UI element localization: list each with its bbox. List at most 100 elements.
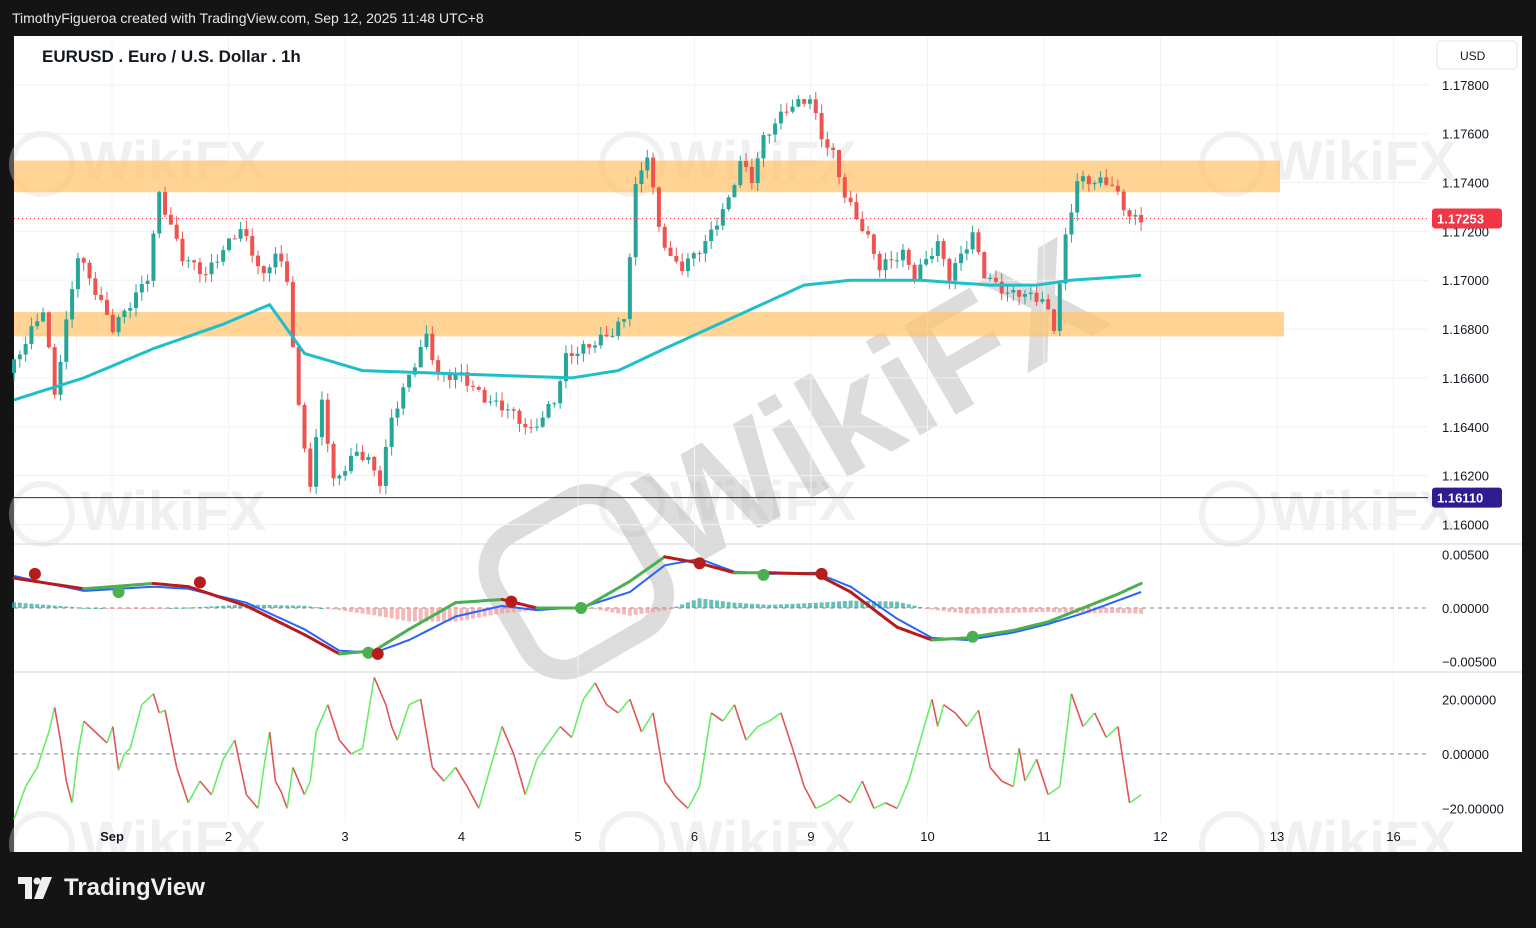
candle (540, 417, 545, 427)
macd-histogram-bar (819, 602, 824, 608)
watermark-center: WikiFX (478, 206, 1129, 680)
osc-line-segment (141, 693, 154, 706)
macd-cross-marker (28, 567, 41, 580)
chart-canvas[interactable]: WikiFX WikiFXWikiFX WikiFX WikiFXWikiFX Wiki… (0, 0, 1536, 928)
candle (900, 249, 905, 261)
macd-histogram-bar (325, 608, 330, 609)
candle (494, 400, 499, 402)
osc-line-segment (303, 780, 312, 796)
candle (168, 214, 173, 225)
macd-histogram-bar (895, 601, 900, 608)
candle (99, 294, 104, 300)
candle (1005, 292, 1010, 294)
macd-histogram-bar (203, 606, 208, 608)
osc-line-segment (431, 766, 445, 782)
osc-line-segment (257, 767, 265, 809)
macd-histogram-bar (81, 607, 86, 609)
osc-line-segment (907, 739, 922, 782)
candle (366, 456, 371, 461)
macd-histogram-bar (221, 605, 226, 608)
footer-bar (0, 852, 1536, 928)
osc-line-segment (1018, 748, 1026, 782)
candle (732, 185, 737, 198)
macd-histogram-bar (500, 608, 505, 614)
macd-histogram-bar (988, 608, 993, 614)
candle (81, 258, 86, 263)
osc-line-segment (1035, 759, 1049, 795)
osc-line-segment (606, 704, 619, 714)
candle (401, 387, 406, 409)
candle (1127, 210, 1132, 217)
osc-line-segment (757, 720, 770, 728)
macd-histogram-bar (900, 602, 905, 608)
candle (883, 259, 888, 271)
candle (837, 150, 842, 178)
candle (941, 241, 946, 259)
osc-line-segment (931, 699, 939, 727)
candle (877, 253, 882, 271)
osc-line-segment (1105, 725, 1119, 739)
time-tick-label: 16 (1386, 829, 1400, 844)
macd-histogram-bar (378, 608, 383, 617)
macd-histogram-bar (476, 608, 481, 618)
candle (587, 344, 592, 348)
macd-histogram-bar (87, 607, 92, 609)
candle (523, 423, 528, 428)
macd-histogram-bar (720, 601, 725, 608)
tradingview-logo[interactable]: TradingView (18, 872, 205, 904)
macd-histogram-bar (99, 607, 104, 609)
candle (1046, 299, 1051, 310)
osc-line-segment (408, 698, 422, 706)
candle (500, 400, 505, 411)
candle (23, 343, 28, 355)
macd-histogram-bar (302, 605, 307, 608)
macd-histogram-bar (273, 605, 278, 608)
osc-line-segment (129, 704, 143, 749)
candle (767, 134, 772, 136)
watermark-center-text: WikiFX (613, 206, 1129, 601)
macd-histogram-bar (633, 608, 638, 615)
candle (1133, 215, 1138, 217)
macd-histogram-bar (285, 605, 290, 608)
macd-histogram-bar (401, 608, 406, 621)
osc-line-segment (547, 726, 561, 744)
macd-histogram-bar (41, 604, 46, 608)
candle (889, 259, 894, 261)
candle (1028, 292, 1033, 295)
osc-line-segment (53, 707, 62, 741)
osc-line-segment (152, 693, 161, 714)
candle (139, 283, 144, 293)
macd-histogram-bar (145, 608, 150, 609)
candle (17, 354, 22, 360)
macd-histogram-bar (802, 603, 807, 608)
candle (1075, 181, 1080, 213)
candle (122, 310, 127, 318)
candle (203, 274, 208, 276)
osc-line-segment (501, 726, 515, 755)
macd-histogram-bar (662, 608, 667, 611)
macd-histogram-bar (703, 599, 708, 608)
macd-histogram-bar (993, 608, 998, 614)
candle (221, 250, 226, 262)
macd-histogram-bar (732, 602, 737, 608)
candle (354, 451, 359, 456)
candle (75, 258, 80, 290)
macd-histogram-bar (1098, 608, 1103, 614)
osc-line-segment (733, 704, 747, 741)
candle (953, 263, 958, 281)
osc-line-segment (210, 759, 224, 795)
osc-line-segment (937, 704, 945, 727)
osc-line-segment (59, 740, 68, 782)
macd-histogram-bar (116, 608, 121, 609)
candle (744, 161, 749, 167)
osc-line-segment (954, 712, 968, 728)
candle (680, 261, 685, 272)
macd-histogram-bar (848, 600, 853, 608)
candle (1057, 283, 1062, 331)
currency-button[interactable]: USD (1460, 49, 1486, 63)
time-tick-label: 12 (1153, 829, 1167, 844)
candle (238, 229, 243, 239)
macd-histogram-bar (1046, 608, 1051, 612)
macd-histogram-bar (889, 601, 894, 608)
candle (151, 233, 156, 281)
